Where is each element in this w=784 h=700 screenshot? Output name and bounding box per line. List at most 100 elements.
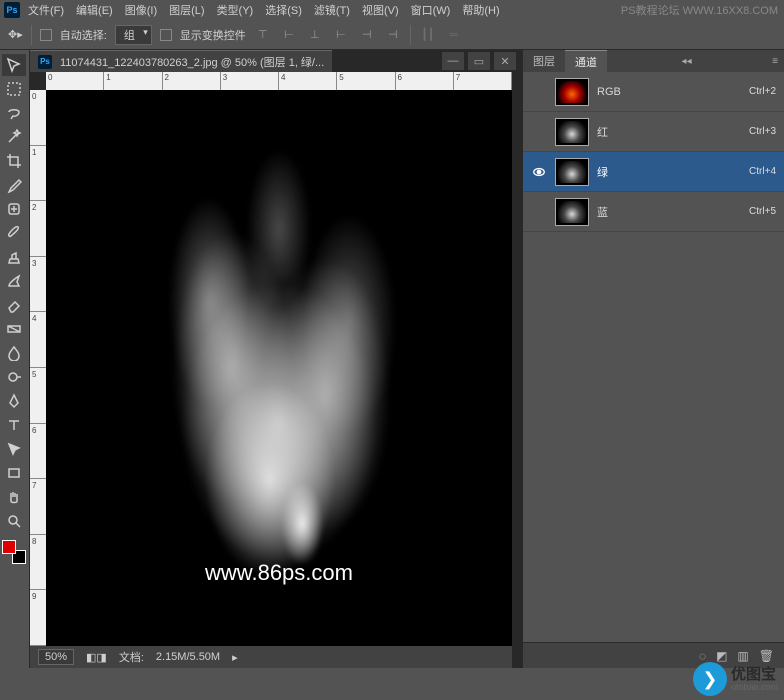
app-logo: Ps — [4, 2, 20, 18]
auto-select-checkbox[interactable] — [40, 29, 52, 41]
visibility-toggle[interactable] — [531, 124, 547, 140]
auto-select-dropdown[interactable]: 组 — [115, 25, 152, 45]
channel-row-green[interactable]: 绿 Ctrl+4 — [523, 152, 784, 192]
panels-area: 图层 通道 ◂◂ ≡ RGB Ctrl+2 红 Ctrl+3 绿 — [522, 50, 784, 668]
tools-panel — [0, 50, 30, 668]
channel-thumbnail — [555, 78, 589, 106]
gradient-tool[interactable] — [2, 318, 26, 340]
pen-tool[interactable] — [2, 390, 26, 412]
move-tool-icon[interactable]: ✥▸ — [8, 28, 23, 41]
auto-select-label: 自动选择: — [60, 27, 107, 43]
align-bottom-icon[interactable]: ⊥ — [306, 26, 324, 44]
channel-shortcut: Ctrl+3 — [749, 126, 776, 137]
channel-shortcut: Ctrl+2 — [749, 86, 776, 97]
distribute-h-icon[interactable]: ┃┃ — [419, 26, 437, 44]
channel-row-red[interactable]: 红 Ctrl+3 — [523, 112, 784, 152]
separator — [31, 25, 32, 45]
channel-thumbnail — [555, 198, 589, 226]
distribute-v-icon[interactable]: ═ — [445, 26, 463, 44]
eyedropper-tool[interactable] — [2, 174, 26, 196]
options-bar: ✥▸ 自动选择: 组 显示变换控件 ⊤ ⊢ ⊥ ⊢ ⊣ ⊣ ┃┃ ═ — [0, 20, 784, 50]
ps-file-icon: Ps — [38, 55, 52, 69]
file-info-value: 2.15M/5.50M — [156, 651, 220, 663]
channel-shortcut: Ctrl+4 — [749, 166, 776, 177]
channel-name: RGB — [597, 86, 621, 98]
document-area: Ps 11074431_122403780263_2.jpg @ 50% (图层… — [30, 50, 522, 668]
path-selection-tool[interactable] — [2, 438, 26, 460]
canvas[interactable]: www.86ps.com — [46, 90, 512, 646]
load-selection-icon[interactable]: ◌ — [699, 649, 706, 663]
menu-help[interactable]: 帮助(H) — [462, 2, 499, 18]
visibility-toggle[interactable] — [531, 164, 547, 180]
menu-window[interactable]: 窗口(W) — [411, 2, 451, 18]
panel-header: 图层 通道 ◂◂ ≡ — [523, 50, 784, 72]
window-minimize-button[interactable]: — — [442, 52, 464, 70]
rectangle-tool[interactable] — [2, 462, 26, 484]
brand-name: 优图宝 — [731, 667, 778, 682]
window-maximize-button[interactable]: ▭ — [468, 52, 490, 70]
channel-row-blue[interactable]: 蓝 Ctrl+5 — [523, 192, 784, 232]
marquee-tool[interactable] — [2, 78, 26, 100]
channels-list: RGB Ctrl+2 红 Ctrl+3 绿 Ctrl+4 蓝 Ctrl+5 — [523, 72, 784, 642]
tab-strip: Ps 11074431_122403780263_2.jpg @ 50% (图层… — [30, 50, 522, 72]
visibility-toggle[interactable] — [531, 204, 547, 220]
zoom-field[interactable]: 50% — [38, 649, 74, 665]
menu-layer[interactable]: 图层(L) — [169, 2, 204, 18]
doc-stats-icon[interactable]: ◧◨ — [86, 651, 107, 664]
footer-watermark: ❯ 优图宝 utobao.com — [693, 662, 778, 696]
clone-stamp-tool[interactable] — [2, 246, 26, 268]
align-vcenter-icon[interactable]: ⊢ — [280, 26, 298, 44]
align-top-icon[interactable]: ⊤ — [254, 26, 272, 44]
panel-menu-icon[interactable]: ≡ — [766, 56, 784, 67]
channel-name: 蓝 — [597, 204, 608, 220]
blur-tool[interactable] — [2, 342, 26, 364]
healing-brush-tool[interactable] — [2, 198, 26, 220]
menu-type[interactable]: 类型(Y) — [217, 2, 254, 18]
history-brush-tool[interactable] — [2, 270, 26, 292]
menu-image[interactable]: 图像(I) — [125, 2, 157, 18]
align-hcenter-icon[interactable]: ⊣ — [358, 26, 376, 44]
file-info-label: 文档: — [119, 649, 144, 665]
channel-shortcut: Ctrl+5 — [749, 206, 776, 217]
horizontal-ruler: 01234567 — [46, 72, 512, 90]
document-tab-title: 11074431_122403780263_2.jpg @ 50% (图层 1,… — [60, 54, 324, 70]
foreground-swatch[interactable] — [2, 540, 16, 554]
tab-layers[interactable]: 图层 — [523, 50, 565, 72]
bird-icon: ❯ — [693, 662, 727, 696]
save-selection-icon[interactable]: ◩ — [716, 649, 727, 663]
window-close-button[interactable]: ✕ — [494, 52, 516, 70]
channel-name: 绿 — [597, 164, 608, 180]
delete-channel-icon[interactable]: 🗑 — [759, 649, 774, 663]
menu-filter[interactable]: 滤镜(T) — [314, 2, 350, 18]
hand-tool[interactable] — [2, 486, 26, 508]
menu-view[interactable]: 视图(V) — [362, 2, 399, 18]
move-tool[interactable] — [2, 54, 26, 76]
file-info-flyout-icon[interactable]: ▸ — [232, 651, 238, 664]
brush-tool[interactable] — [2, 222, 26, 244]
dodge-tool[interactable] — [2, 366, 26, 388]
menu-select[interactable]: 选择(S) — [265, 2, 302, 18]
zoom-tool[interactable] — [2, 510, 26, 532]
menu-edit[interactable]: 编辑(E) — [76, 2, 113, 18]
align-left-icon[interactable]: ⊢ — [332, 26, 350, 44]
channel-thumbnail — [555, 118, 589, 146]
magic-wand-tool[interactable] — [2, 126, 26, 148]
transform-controls-label: 显示变换控件 — [180, 27, 246, 43]
lasso-tool[interactable] — [2, 102, 26, 124]
align-right-icon[interactable]: ⊣ — [384, 26, 402, 44]
panel-collapse-icon[interactable]: ◂◂ — [676, 56, 698, 67]
channel-row-rgb[interactable]: RGB Ctrl+2 — [523, 72, 784, 112]
transform-controls-checkbox[interactable] — [160, 29, 172, 41]
color-swatches[interactable] — [2, 540, 26, 564]
type-tool[interactable] — [2, 414, 26, 436]
crop-tool[interactable] — [2, 150, 26, 172]
new-channel-icon[interactable]: ▥ — [737, 649, 748, 663]
menu-file[interactable]: 文件(F) — [28, 2, 64, 18]
tab-channels[interactable]: 通道 — [565, 50, 607, 72]
document-tab[interactable]: Ps 11074431_122403780263_2.jpg @ 50% (图层… — [30, 50, 332, 72]
canvas-watermark: www.86ps.com — [205, 560, 353, 586]
eraser-tool[interactable] — [2, 294, 26, 316]
top-watermark: PS教程论坛 WWW.16XX8.COM — [621, 2, 778, 18]
separator — [410, 25, 411, 45]
visibility-toggle[interactable] — [531, 84, 547, 100]
